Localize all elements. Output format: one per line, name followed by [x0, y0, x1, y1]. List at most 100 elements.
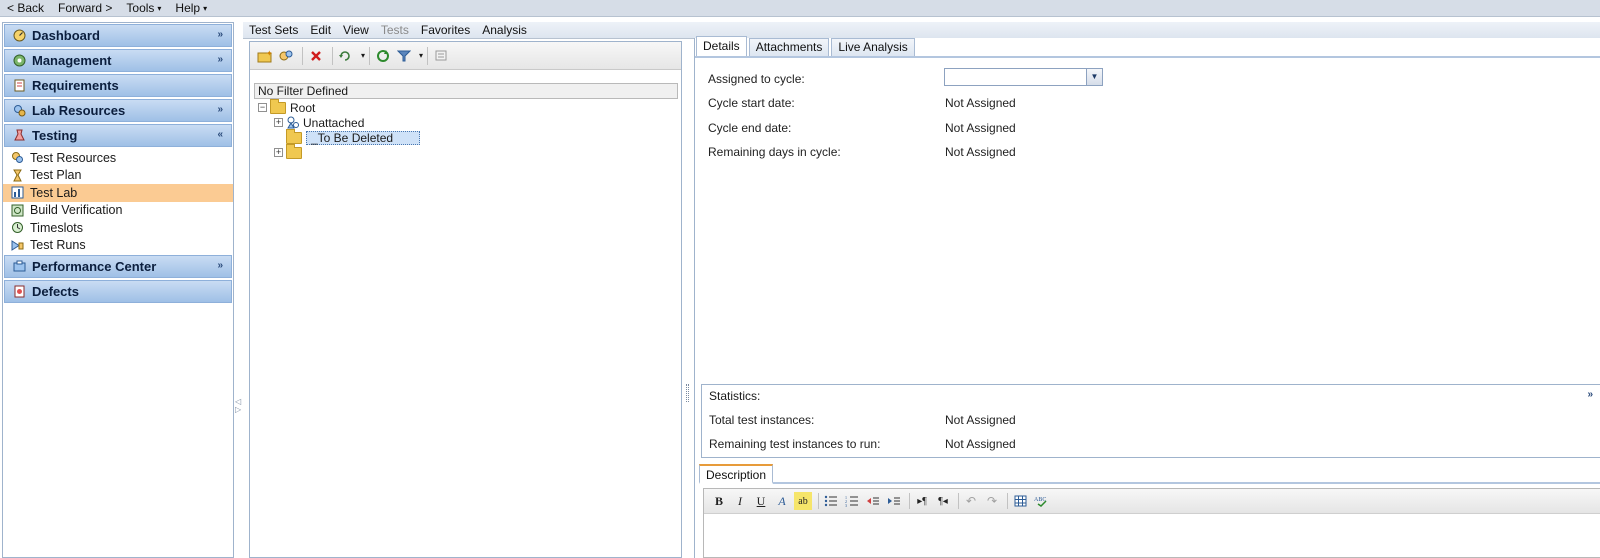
delete-icon[interactable] — [307, 47, 325, 65]
new-folder-icon[interactable]: ✦ — [256, 47, 274, 65]
toolbar-divider — [302, 46, 303, 65]
open-folder-icon — [270, 98, 286, 114]
sidebar-item-test-plan[interactable]: Test Plan — [3, 167, 233, 185]
refresh-icon[interactable] — [374, 47, 392, 65]
tools-menu[interactable]: Tools ▾ — [119, 1, 168, 15]
requirements-icon — [13, 79, 26, 92]
undo-icon[interactable]: ↶ — [962, 492, 980, 510]
tab-description[interactable]: Description — [699, 464, 774, 484]
tree-node-label: Unattached — [303, 115, 365, 130]
outdent-icon[interactable] — [864, 492, 882, 510]
sidebar-item-timeslots[interactable]: Timeslots — [3, 219, 233, 237]
collapse-arrow-icon[interactable]: ◁ ▷ — [235, 398, 241, 414]
tools-menu-label: Tools — [126, 1, 155, 15]
tree-node-to-be-deleted[interactable]: _To Be Deleted — [286, 128, 681, 145]
collapse-icon[interactable]: » — [1587, 389, 1593, 400]
new-test-set-icon[interactable] — [277, 47, 295, 65]
tab-attachments[interactable]: Attachments — [748, 38, 830, 56]
redo-icon[interactable]: ↷ — [983, 492, 1001, 510]
menu-tests[interactable]: Tests — [375, 23, 415, 37]
rtl-icon[interactable]: ¶◂ — [934, 492, 952, 510]
chevron-down-icon[interactable]: ▾ — [361, 51, 365, 60]
sidebar-item-test-lab[interactable]: Test Lab — [3, 184, 233, 202]
menu-test-sets[interactable]: Test Sets — [243, 23, 304, 37]
tree-toolbar: ✦ ▾ ▾ — [250, 42, 681, 70]
description-editor[interactable]: B I U A ab 123 ▸¶ ¶◂ ↶ ↷ ABC — [703, 488, 1600, 558]
sidebar-section-dashboard[interactable]: Dashboard » — [4, 24, 232, 47]
sidebar-section-requirements[interactable]: Requirements — [4, 74, 232, 97]
font-color-icon[interactable]: A — [773, 492, 791, 510]
remaining-instances-label: Remaining test instances to run: — [709, 437, 881, 451]
collapse-icon[interactable]: « — [217, 129, 223, 140]
folder-icon — [286, 128, 302, 144]
tree-node-label: _To Be Deleted — [306, 130, 421, 145]
tab-details[interactable]: Details — [696, 36, 747, 56]
chevron-down-icon[interactable]: ▾ — [419, 51, 423, 60]
sidebar-section-defects[interactable]: Defects — [4, 280, 232, 303]
comments-icon[interactable] — [432, 47, 450, 65]
sidebar-section-testing[interactable]: Testing « — [4, 124, 232, 147]
bullet-list-icon[interactable] — [822, 492, 840, 510]
test-runs-icon — [11, 239, 24, 252]
help-menu[interactable]: Help ▾ — [168, 1, 214, 15]
expand-icon[interactable]: » — [217, 104, 223, 115]
assigned-to-cycle-select[interactable]: ▼ — [944, 68, 1103, 86]
splitter-grip-icon[interactable] — [686, 384, 689, 402]
chevron-down-icon: ▾ — [203, 4, 208, 14]
editor-toolbar: B I U A ab 123 ▸¶ ¶◂ ↶ ↷ ABC — [704, 489, 1600, 514]
tree-node-unnamed-folder[interactable]: + — [274, 143, 681, 160]
expand-icon[interactable]: » — [217, 29, 223, 40]
collapse-node-icon[interactable]: − — [258, 103, 267, 112]
sidebar-section-performance-center[interactable]: Performance Center » — [4, 255, 232, 278]
sidebar-item-test-runs[interactable]: Test Runs — [3, 237, 233, 255]
table-icon[interactable] — [1011, 492, 1029, 510]
cycle-icon[interactable] — [337, 47, 355, 65]
total-instances-value: Not Assigned — [945, 413, 1016, 427]
back-button[interactable]: < Back — [0, 1, 51, 15]
expand-icon[interactable]: » — [217, 54, 223, 65]
sidebar-section-label: Performance Center — [32, 259, 157, 274]
sidebar-section-management[interactable]: Management » — [4, 49, 232, 72]
tree-node-root[interactable]: − Root — [258, 98, 681, 115]
test-sets-tree-pane: ✦ ▾ ▾ No Filter Defined − Root + Unattac… — [249, 41, 682, 558]
bold-icon[interactable]: B — [710, 492, 728, 510]
tab-live-analysis[interactable]: Live Analysis — [831, 38, 915, 56]
pane-splitter[interactable] — [684, 41, 692, 558]
cycle-end-label: Cycle end date: — [708, 121, 792, 135]
folder-icon — [286, 143, 302, 159]
numbered-list-icon[interactable]: 123 — [843, 492, 861, 510]
chevron-down-icon[interactable]: ▼ — [1086, 69, 1102, 85]
test-plan-icon — [11, 169, 24, 182]
toolbar-divider — [958, 493, 959, 509]
filter-icon[interactable] — [395, 47, 413, 65]
toolbar-divider — [369, 46, 371, 65]
forward-button[interactable]: Forward > — [51, 1, 119, 15]
menu-view[interactable]: View — [337, 23, 375, 37]
expand-node-icon[interactable]: + — [274, 118, 283, 127]
sidebar-item-label: Test Resources — [30, 150, 117, 165]
highlight-icon[interactable]: ab — [794, 492, 812, 510]
tree-node-unattached[interactable]: + Unattached — [274, 115, 681, 130]
sidebar-splitter[interactable]: ◁ ▷ — [235, 22, 242, 558]
svg-text:✦: ✦ — [266, 49, 273, 58]
menu-analysis[interactable]: Analysis — [476, 23, 533, 37]
sidebar-item-test-resources[interactable]: Test Resources — [3, 149, 233, 167]
sidebar-item-label: Test Plan — [30, 168, 82, 183]
indent-icon[interactable] — [885, 492, 903, 510]
menu-edit[interactable]: Edit — [304, 23, 337, 37]
ltr-icon[interactable]: ▸¶ — [913, 492, 931, 510]
expand-node-icon[interactable]: + — [274, 148, 283, 157]
sidebar-item-label: Test Runs — [30, 238, 86, 253]
sidebar-section-lab-resources[interactable]: Lab Resources » — [4, 99, 232, 122]
toolbar-divider — [427, 46, 429, 65]
expand-icon[interactable]: » — [217, 260, 223, 271]
toolbar-divider — [818, 493, 819, 509]
sidebar-section-label: Testing — [32, 128, 78, 143]
statistics-title: Statistics: — [709, 389, 761, 403]
italic-icon[interactable]: I — [731, 492, 749, 510]
spell-check-icon[interactable]: ABC — [1032, 492, 1050, 510]
menu-favorites[interactable]: Favorites — [415, 23, 476, 37]
sidebar-section-label: Requirements — [32, 78, 119, 93]
sidebar-item-build-verification[interactable]: Build Verification — [3, 202, 233, 220]
underline-icon[interactable]: U — [752, 492, 770, 510]
